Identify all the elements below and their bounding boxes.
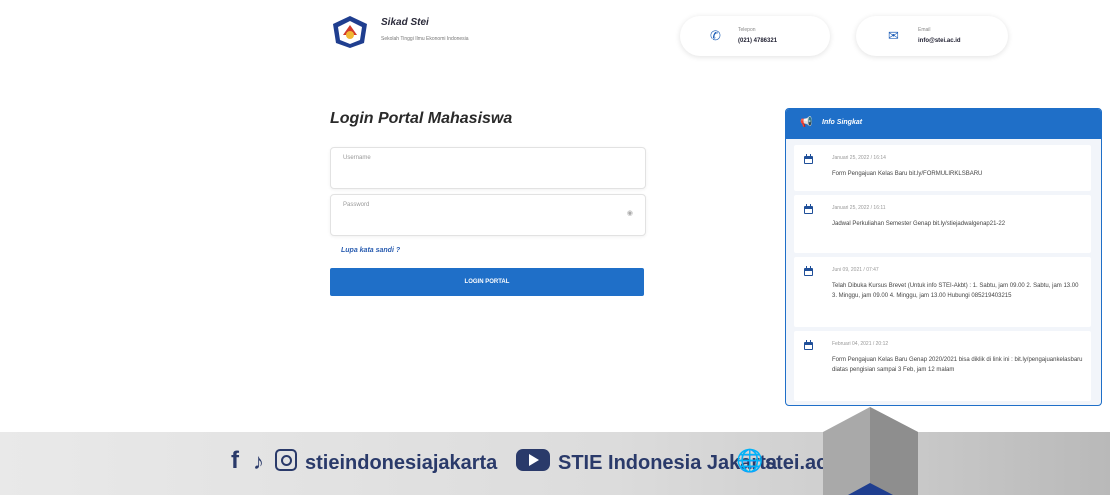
info-header: 📢 Info Singkat [786, 109, 1101, 139]
login-title: Login Portal Mahasiswa [330, 110, 513, 127]
password-placeholder: Password [343, 202, 370, 208]
brand-title: Sikad Stei [381, 17, 429, 28]
megaphone-icon: 📢 [800, 117, 813, 128]
info-panel: 📢 Info Singkat Januari 25, 2022 / 16:14 … [785, 108, 1102, 406]
email-value: info@stei.ac.id [918, 38, 961, 44]
forgot-password-link[interactable]: Lupa kata sandi ? [341, 247, 400, 254]
phone-contact[interactable]: ✆ Telepon (021) 4786321 [680, 16, 830, 56]
eye-icon[interactable]: ◉ [627, 209, 633, 217]
info-date: Februari 04, 2021 / 20:12 [832, 341, 889, 347]
info-date: Juni 09, 2021 / 07:47 [832, 267, 879, 273]
info-item[interactable]: Januari 25, 2022 / 16:14 Form Pengajuan … [794, 145, 1091, 191]
info-date: Januari 25, 2022 / 16:11 [832, 205, 886, 211]
brand-subtitle: Sekolah Tinggi Ilmu Ekonomi Indonesia [381, 36, 469, 42]
globe-icon[interactable]: 🌐 [736, 448, 763, 474]
youtube-icon[interactable] [516, 449, 550, 471]
calendar-icon [804, 340, 813, 350]
info-item[interactable]: Februari 04, 2021 / 20:12 Form Pengajuan… [794, 331, 1091, 401]
instagram-handle[interactable]: stieindonesiajakarta [305, 452, 497, 475]
info-text: Form Pengajuan Kelas Baru bit.ly/FORMULI… [832, 171, 983, 177]
shield-decoration [823, 407, 918, 495]
username-placeholder: Username [343, 155, 371, 161]
info-text: Jadwal Perkuliahan Semester Genap bit.ly… [832, 221, 1006, 227]
email-label: Email [918, 27, 931, 33]
password-input[interactable]: Password ◉ [330, 194, 646, 236]
login-button[interactable]: LOGIN PORTAL [330, 268, 644, 296]
username-input[interactable]: Username [330, 147, 646, 189]
footer-banner: f ♪ stieindonesiajakarta STIE Indonesia … [0, 432, 1110, 495]
tiktok-icon[interactable]: ♪ [253, 449, 264, 475]
info-item[interactable]: Juni 09, 2021 / 07:47 Telah Dibuka Kursu… [794, 257, 1091, 327]
calendar-icon [804, 204, 813, 214]
info-text: Telah Dibuka Kursus Brevet (Untuk info S… [832, 283, 1079, 299]
info-item[interactable]: Januari 25, 2022 / 16:11 Jadwal Perkulia… [794, 195, 1091, 253]
facebook-icon[interactable]: f [231, 447, 239, 475]
phone-value: (021) 4786321 [738, 38, 778, 44]
calendar-icon [804, 154, 813, 164]
phone-icon: ✆ [710, 28, 721, 43]
instagram-icon[interactable] [275, 449, 297, 471]
info-text: Form Pengajuan Kelas Baru Genap 2020/202… [832, 357, 1083, 373]
calendar-icon [804, 266, 813, 276]
email-contact[interactable]: ✉ Email info@stei.ac.id [856, 16, 1008, 56]
mail-icon: ✉ [888, 28, 899, 43]
phone-label: Telepon [738, 27, 756, 33]
info-title: Info Singkat [822, 119, 863, 126]
logo [333, 16, 367, 48]
info-date: Januari 25, 2022 / 16:14 [832, 155, 886, 161]
